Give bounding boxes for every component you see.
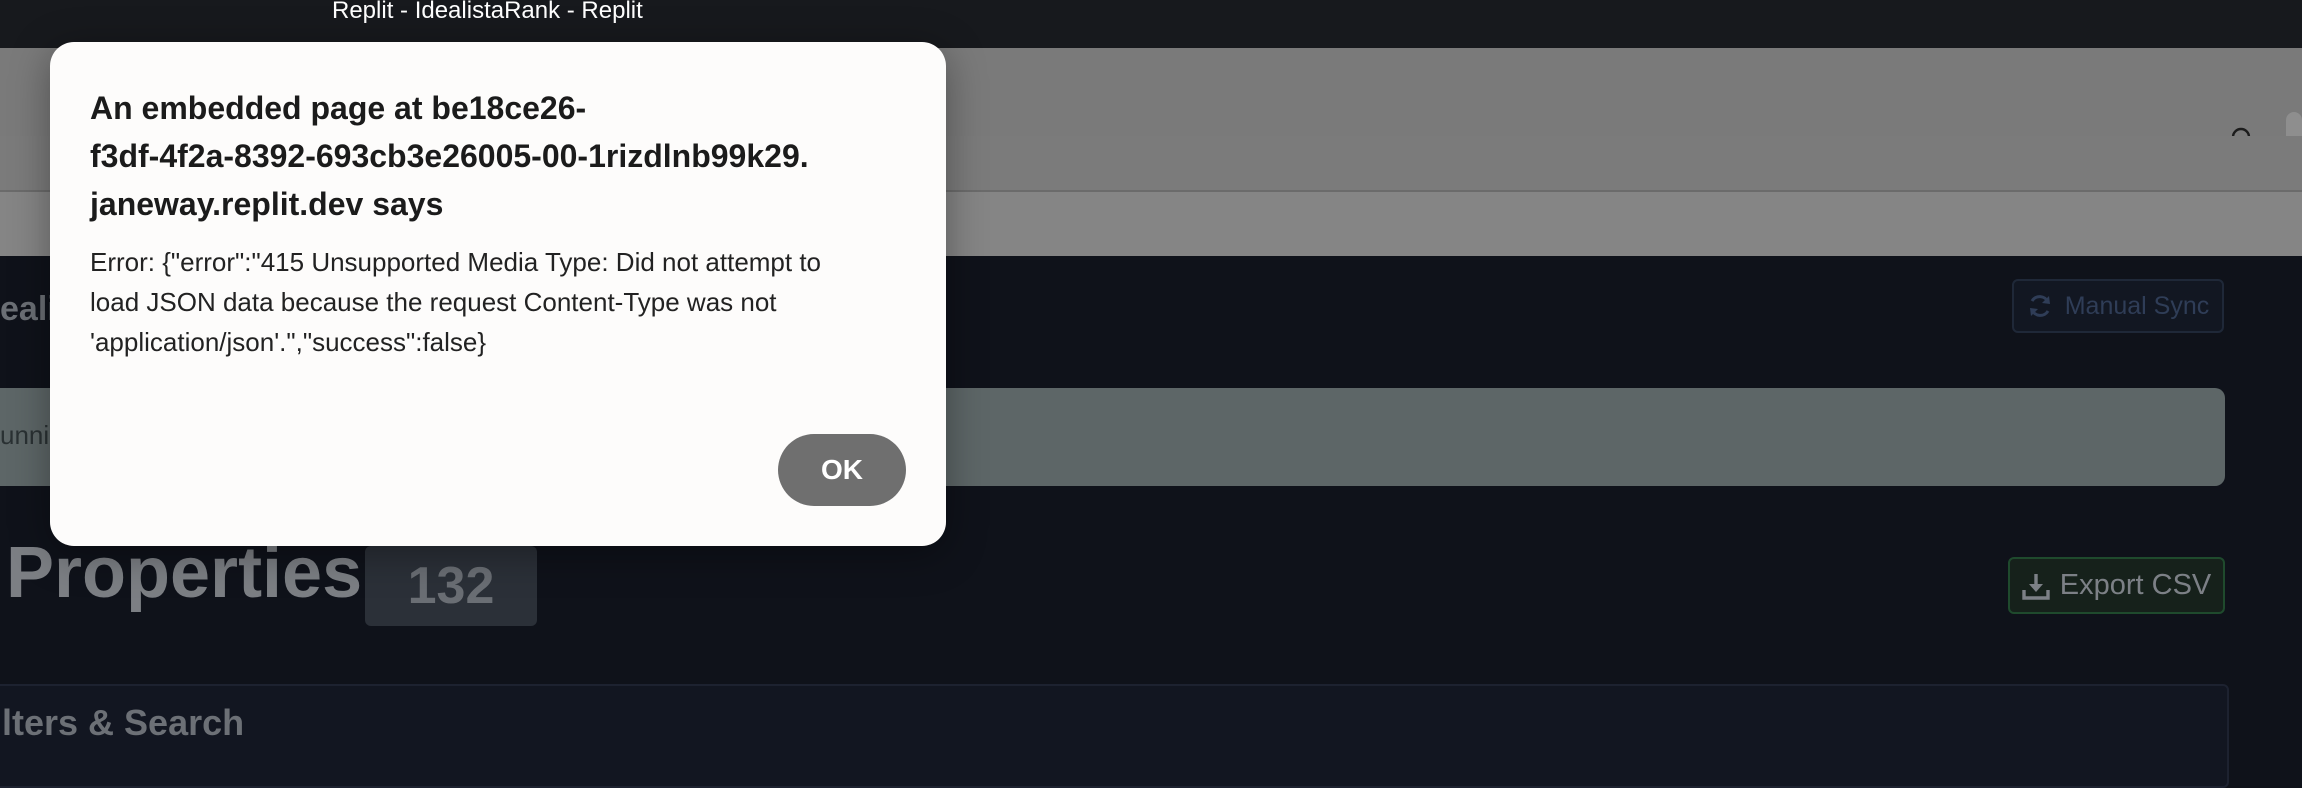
window-titlebar: Replit - IdealistaRank - Replit [0, 0, 2302, 48]
dialog-message-line: Error: {"error":"415 Unsupported Media T… [90, 247, 822, 277]
window-title: Replit - IdealistaRank - Replit [332, 0, 643, 24]
ok-button[interactable]: OK [778, 434, 906, 506]
dialog-heading-line: An embedded page at be18ce26- [90, 90, 587, 126]
filters-panel: lters & Search [0, 684, 2229, 788]
refresh-icon [2029, 295, 2050, 317]
dialog-message-line: load JSON data because the request Conte… [90, 287, 777, 317]
app-brand-name: eali [0, 290, 57, 328]
dialog-heading-line: f3df-4f2a-8392-693cb3e26005-00-1rizdlnb9… [90, 138, 809, 174]
status-text: unni [0, 420, 50, 450]
manual-sync-button[interactable]: Manual Sync [2012, 279, 2224, 333]
dialog-heading-line: janeway.replit.dev says [90, 186, 444, 222]
dialog-message-line: 'application/json'.","success":false} [90, 327, 487, 357]
download-icon [2022, 573, 2050, 600]
properties-count-badge: 132 [365, 546, 537, 626]
alert-dialog: An embedded page at be18ce26- f3df-4f2a-… [50, 42, 946, 546]
export-csv-button[interactable]: Export CSV [2008, 557, 2225, 614]
manual-sync-label: Manual Sync [2064, 291, 2210, 320]
filters-title: lters & Search [2, 702, 245, 743]
dialog-message: Error: {"error":"415 Unsupported Media T… [90, 242, 920, 362]
dialog-heading: An embedded page at be18ce26- f3df-4f2a-… [90, 84, 920, 228]
export-csv-label: Export CSV [2059, 569, 2212, 601]
